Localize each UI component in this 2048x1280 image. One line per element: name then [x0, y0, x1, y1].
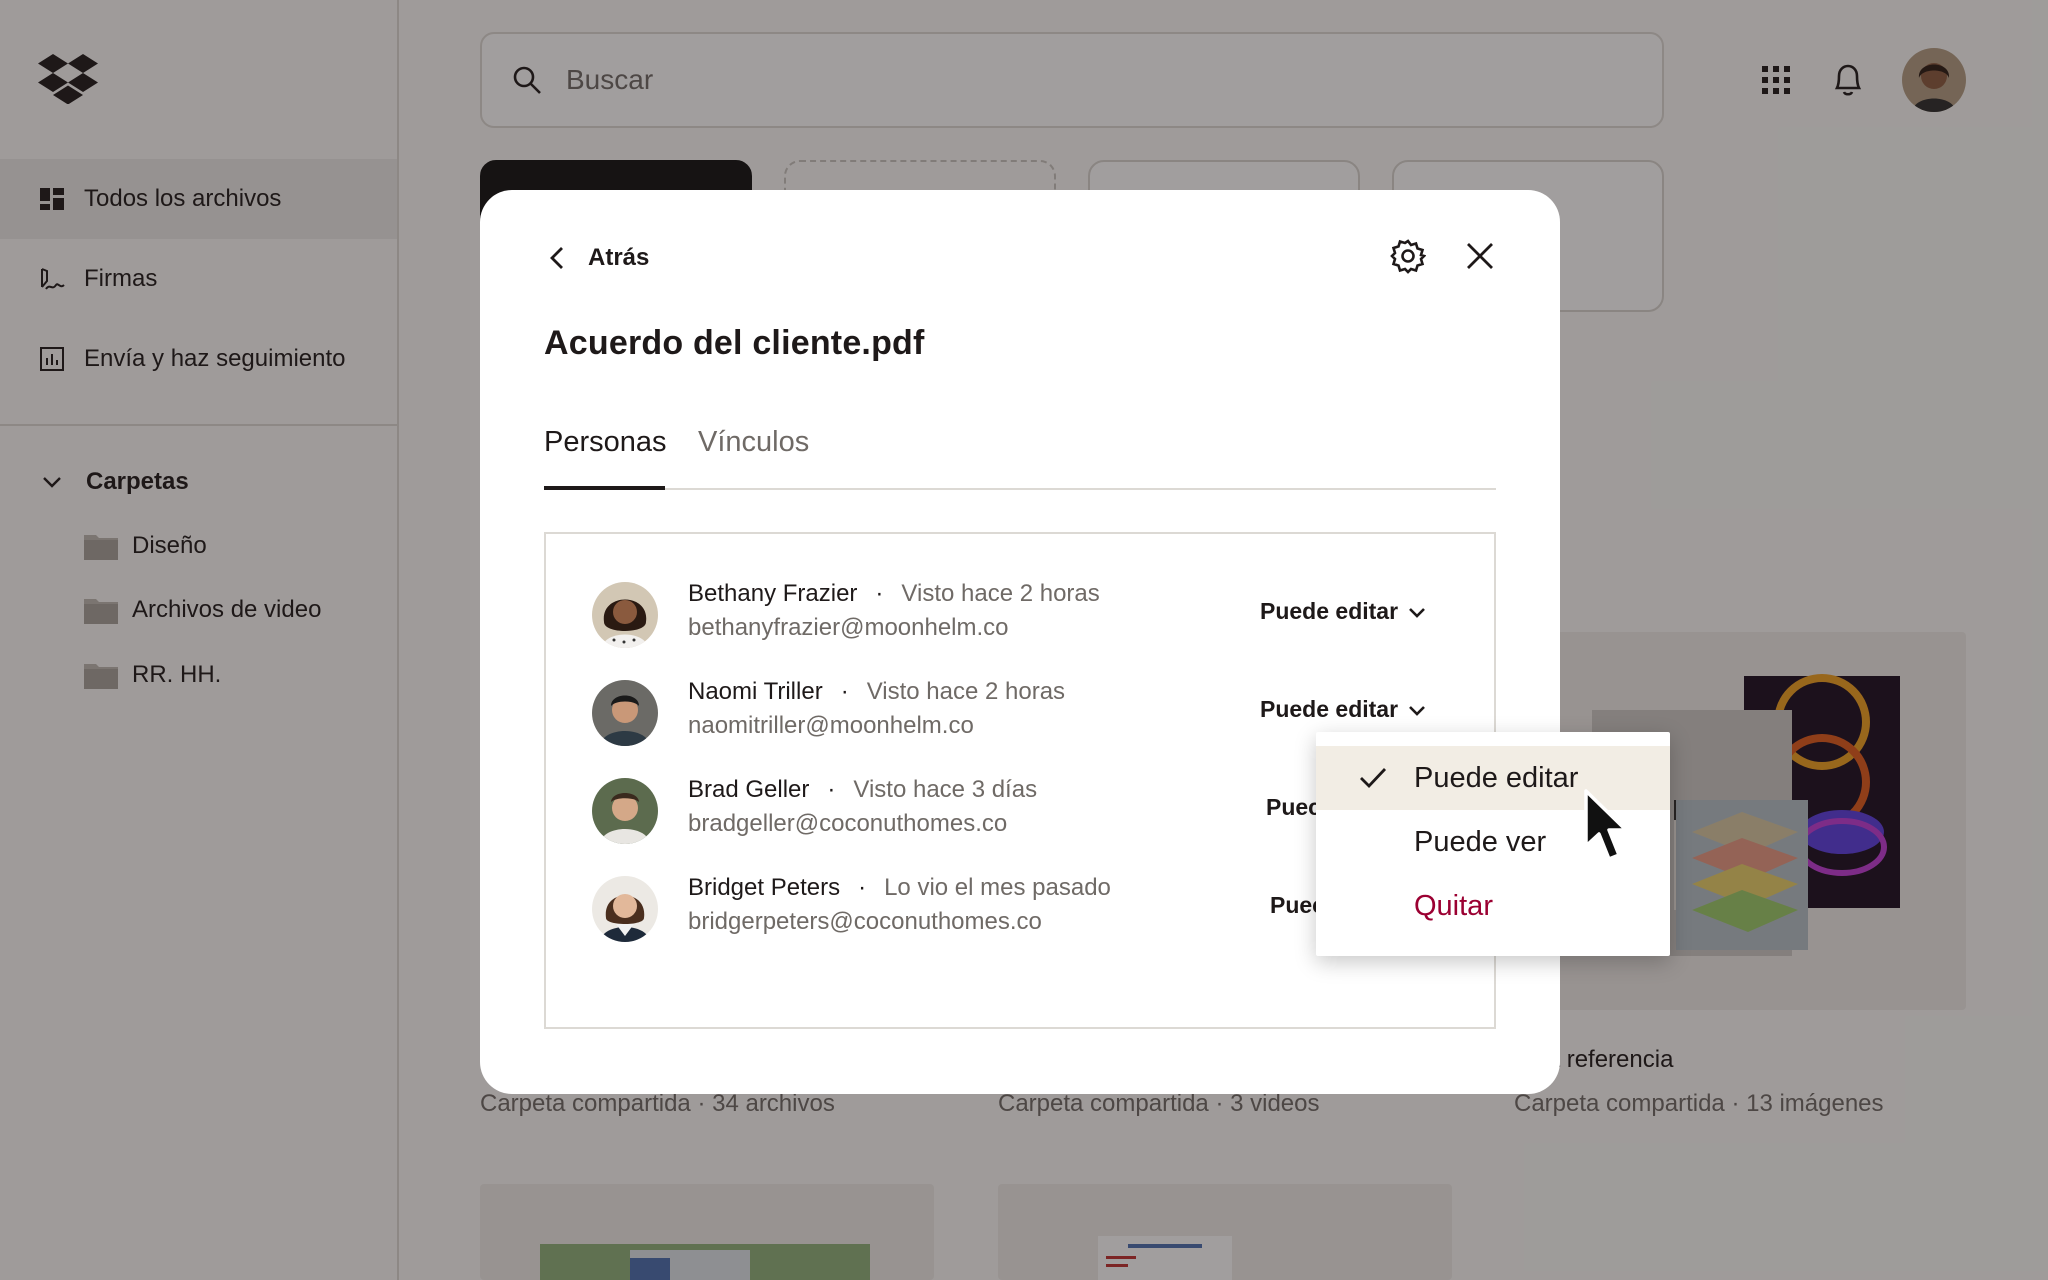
back-label: Atrás: [588, 244, 650, 271]
permission-label: Puede editar: [1260, 696, 1399, 722]
person-name-line: Bridget Peters · Lo vio el mes pasado: [688, 874, 1111, 902]
person-email: bethanyfrazier@moonhelm.co: [688, 614, 1009, 641]
last-seen: Visto hace 3 días: [853, 776, 1038, 803]
close-button[interactable]: [1458, 234, 1502, 278]
last-seen: Lo vio el mes pasado: [884, 874, 1111, 901]
person-email: bradgeller@coconuthomes.co: [688, 810, 1008, 837]
tab-links[interactable]: Vínculos: [698, 426, 809, 490]
person-name: Bridget Peters: [688, 874, 841, 901]
checkmark-icon: [1360, 768, 1387, 789]
permission-select[interactable]: Puede editar: [1260, 696, 1428, 723]
person-email: naomitriller@moonhelm.co: [688, 712, 974, 739]
person-email: bridgerpeters@coconuthomes.co: [688, 908, 1042, 935]
menu-item-label: Puede editar: [1414, 761, 1579, 794]
separator-dot: ·: [858, 874, 867, 901]
tab-people[interactable]: Personas: [544, 426, 667, 490]
menu-item-remove[interactable]: Quitar: [1316, 874, 1670, 938]
avatar: [592, 876, 658, 942]
settings-button[interactable]: [1386, 234, 1430, 278]
permission-select[interactable]: Puede editar: [1260, 598, 1428, 625]
permission-label: Puede editar: [1260, 598, 1399, 624]
person-name-line: Brad Geller · Visto hace 3 días: [688, 776, 1037, 804]
active-tab-indicator: [544, 486, 665, 490]
person-name-line: Naomi Triller · Visto hace 2 horas: [688, 678, 1065, 706]
avatar: [592, 680, 658, 746]
file-title: Acuerdo del cliente.pdf: [544, 324, 925, 362]
gear-icon: [1390, 239, 1426, 274]
share-tabs: Personas Vínculos: [544, 426, 1496, 490]
chevron-down-icon: [1409, 607, 1425, 618]
person-name: Bethany Frazier: [688, 580, 858, 607]
separator-dot: ·: [875, 580, 884, 607]
chevron-left-icon: [550, 247, 563, 269]
menu-item-label: Quitar: [1414, 889, 1493, 922]
permission-select[interactable]: Puec: [1266, 794, 1321, 821]
last-seen: Visto hace 2 horas: [901, 580, 1100, 607]
person-name: Naomi Triller: [688, 678, 823, 705]
chevron-down-icon: [1409, 705, 1425, 716]
avatar: [592, 778, 658, 844]
mouse-pointer-icon: [1584, 789, 1628, 861]
permission-label: Puec: [1266, 794, 1321, 820]
person-name: Brad Geller: [688, 776, 810, 803]
share-modal: Atrás Acuerdo del cliente.pdf Personas V…: [480, 190, 1560, 1094]
last-seen: Visto hace 2 horas: [866, 678, 1066, 705]
list-item: Bethany Frazier · Visto hace 2 horas betha…: [546, 572, 1494, 658]
person-name-line: Bethany Frazier · Visto hace 2 horas: [688, 580, 1100, 608]
close-icon: [1467, 243, 1493, 269]
menu-item-label: Puede ver: [1414, 825, 1547, 858]
separator-dot: ·: [827, 776, 836, 803]
separator-dot: ·: [840, 678, 849, 705]
back-button[interactable]: Atrás: [544, 236, 649, 280]
avatar: [592, 582, 658, 648]
